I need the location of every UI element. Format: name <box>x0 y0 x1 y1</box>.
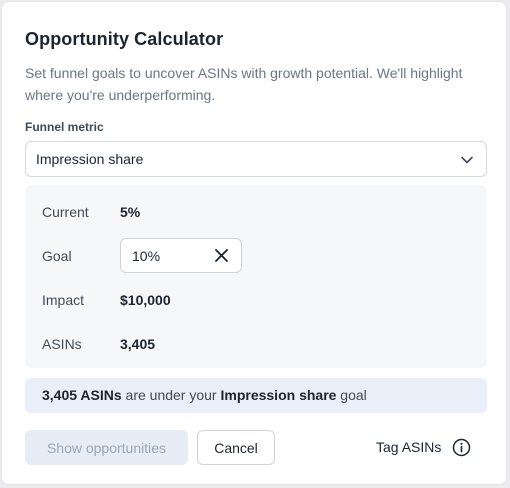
current-value: 5% <box>120 204 141 220</box>
cancel-button[interactable]: Cancel <box>197 430 275 465</box>
banner-text: 3,405 ASINs are under your Impression sh… <box>42 387 367 403</box>
banner-mid: are under your <box>121 387 221 403</box>
asins-value: 3,405 <box>120 336 156 352</box>
banner-tail: goal <box>336 387 367 403</box>
dialog-description: Set funnel goals to uncover ASINs with g… <box>25 65 463 103</box>
info-icon[interactable] <box>452 438 471 457</box>
tag-asins-link[interactable]: Tag ASINs <box>376 439 441 455</box>
funnel-metric-value: Impression share <box>36 151 144 167</box>
funnel-metric-select[interactable]: Impression share <box>25 141 487 177</box>
banner-metric: Impression share <box>220 387 337 403</box>
show-opportunities-button[interactable]: Show opportunities <box>25 430 188 465</box>
goal-input-value: 10% <box>132 248 161 264</box>
opportunity-calculator-dialog: Opportunity Calculator Set funnel goals … <box>1 1 507 485</box>
dialog-title: Opportunity Calculator <box>25 29 224 49</box>
chevron-down-icon <box>461 156 473 164</box>
asins-label: ASINs <box>42 336 82 352</box>
goal-input[interactable]: 10% <box>120 238 242 273</box>
banner-count: 3,405 ASINs <box>42 387 122 403</box>
info-banner: 3,405 ASINs are under your Impression sh… <box>25 378 487 413</box>
metrics-panel: Current 5% Goal 10% Impact $10,000 ASINs… <box>25 185 487 368</box>
close-icon[interactable] <box>214 248 229 263</box>
goal-label: Goal <box>42 248 72 264</box>
current-label: Current <box>42 204 89 220</box>
funnel-metric-label: Funnel metric <box>25 120 104 134</box>
impact-label: Impact <box>42 292 85 308</box>
impact-value: $10,000 <box>120 292 171 308</box>
